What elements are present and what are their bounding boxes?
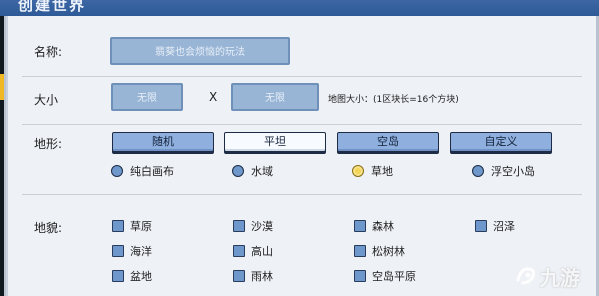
radio-label: 纯白画布 (130, 165, 174, 178)
terrain-button-random[interactable]: 随机 (112, 132, 214, 152)
watermark-logo-icon (516, 267, 535, 285)
checkbox-label: 沙漠 (251, 220, 273, 233)
landform-label: 地貌: (34, 221, 63, 235)
checkbox-label: 高山 (251, 245, 273, 258)
checkbox-icon[interactable] (475, 220, 487, 232)
checkbox-icon[interactable] (112, 220, 124, 232)
landform-forest[interactable]: 森林 (354, 218, 394, 234)
name-label: 名称: (34, 45, 63, 59)
radio-label: 水域 (251, 165, 273, 178)
window-titlebar: 创建世界 (0, 0, 599, 16)
create-world-panel: 名称: 翡葵也会烦恼的玩法 大小 无限 X 无限 地图大小：(1区块长=16个方… (6, 16, 596, 296)
checkbox-icon[interactable] (354, 220, 366, 232)
background-stripe (0, 74, 4, 100)
radio-label: 浮空小岛 (491, 165, 535, 178)
watermark-text: 九游 (540, 265, 580, 290)
radio-option-floating-islands[interactable]: 浮空小岛 (472, 163, 535, 179)
radio-option-white-canvas[interactable]: 纯白画布 (111, 163, 174, 179)
size-width-field[interactable]: 无限 (111, 83, 183, 111)
landform-grassland[interactable]: 草原 (112, 218, 152, 234)
landform-basin[interactable]: 盆地 (112, 268, 152, 284)
checkbox-label: 沼泽 (493, 220, 515, 233)
checkbox-icon[interactable] (112, 270, 124, 282)
divider (22, 76, 582, 77)
landform-rainforest[interactable]: 雨林 (233, 268, 273, 284)
landform-pine-forest[interactable]: 松树林 (354, 243, 405, 259)
landform-desert[interactable]: 沙漠 (233, 218, 273, 234)
landform-sky-island-plain[interactable]: 空岛平原 (354, 268, 416, 284)
name-field[interactable]: 翡葵也会烦恼的玩法 (110, 37, 290, 65)
checkbox-label: 空岛平原 (372, 270, 416, 283)
background-edge (0, 16, 4, 296)
radio-icon[interactable] (232, 165, 244, 177)
radio-option-grassland[interactable]: 草地 (352, 163, 393, 179)
terrain-button-custom[interactable]: 自定义 (450, 132, 552, 152)
checkbox-label: 森林 (372, 220, 394, 233)
radio-label: 草地 (371, 165, 393, 178)
checkbox-icon[interactable] (233, 270, 245, 282)
checkbox-label: 草原 (130, 220, 152, 233)
divider (22, 194, 582, 195)
radio-checked-icon[interactable] (352, 165, 364, 177)
checkbox-label: 雨林 (251, 270, 273, 283)
checkbox-icon[interactable] (112, 245, 124, 257)
size-hint: 地图大小：(1区块长=16个方块) (328, 95, 459, 105)
radio-option-water[interactable]: 水域 (232, 163, 273, 179)
landform-swamp[interactable]: 沼泽 (475, 218, 515, 234)
landform-ocean[interactable]: 海洋 (112, 243, 152, 259)
checkbox-label: 海洋 (130, 245, 152, 258)
checkbox-icon[interactable] (354, 270, 366, 282)
window-title: 创建世界 (18, 0, 87, 14)
terrain-button-flat[interactable]: 平坦 (224, 132, 326, 152)
size-x-symbol: X (209, 90, 218, 104)
watermark: 九游 (514, 256, 599, 296)
checkbox-label: 盆地 (130, 270, 152, 283)
radio-icon[interactable] (472, 165, 484, 177)
radio-icon[interactable] (111, 165, 123, 177)
divider (22, 124, 582, 125)
size-label: 大小 (34, 93, 59, 107)
size-height-field[interactable]: 无限 (231, 83, 319, 111)
checkbox-label: 松树林 (372, 245, 405, 258)
landform-mountain[interactable]: 高山 (233, 243, 273, 259)
terrain-label: 地形: (34, 137, 63, 151)
checkbox-icon[interactable] (354, 245, 366, 257)
checkbox-icon[interactable] (233, 220, 245, 232)
terrain-button-sky-island[interactable]: 空岛 (337, 132, 439, 152)
checkbox-icon[interactable] (233, 245, 245, 257)
